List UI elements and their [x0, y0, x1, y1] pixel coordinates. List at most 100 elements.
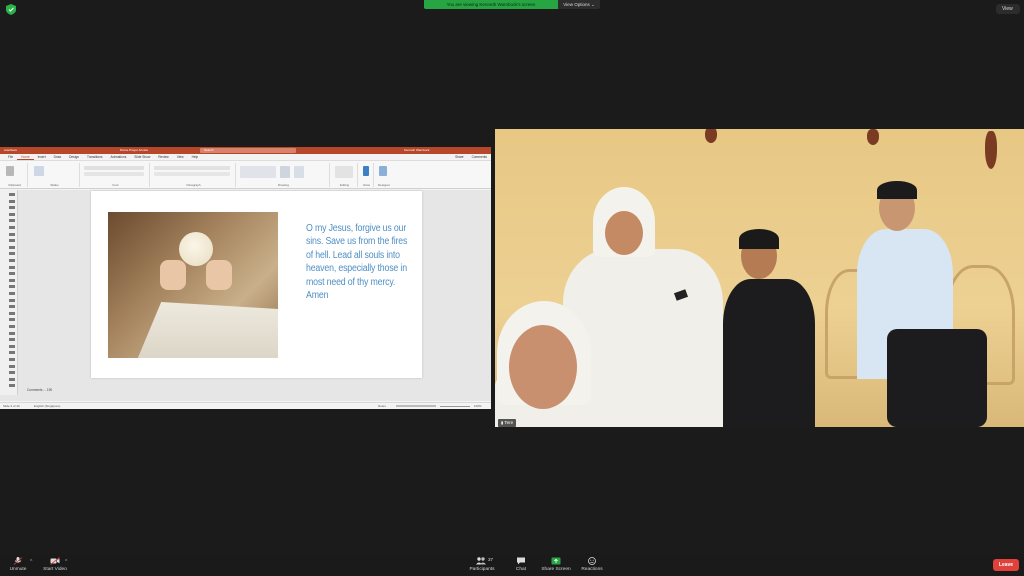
language-indicator: English (Singapore)	[34, 404, 61, 408]
menu-transitions[interactable]: Transitions	[83, 154, 106, 160]
ppt-comments-button[interactable]: Comments	[468, 154, 491, 160]
paste-icon[interactable]	[6, 166, 14, 176]
participants-count: 37	[488, 557, 494, 562]
slide-thumbnail[interactable]	[9, 298, 15, 302]
slide-thumbnail[interactable]	[9, 252, 15, 256]
autosave-label: AutoSave	[4, 148, 18, 152]
share-screen-button[interactable]: Share Screen	[539, 557, 573, 572]
ribbon-group-clipboard: Clipboard	[2, 163, 28, 187]
menu-animations[interactable]: Animations	[107, 154, 131, 160]
ppt-search-box[interactable]: Search	[200, 148, 296, 153]
dictate-icon[interactable]	[363, 166, 369, 176]
font-format-buttons[interactable]	[84, 172, 144, 176]
ppt-share-button[interactable]: Share	[451, 154, 468, 160]
slide-thumbnail[interactable]	[9, 311, 15, 315]
slide-thumbnail[interactable]	[9, 193, 15, 196]
participant-video[interactable]	[495, 129, 1024, 427]
eucharist-photo	[108, 212, 278, 358]
arrange-icon[interactable]	[280, 166, 290, 178]
slide-thumbnail[interactable]	[9, 358, 15, 361]
ribbon-group-editing: Editing	[332, 163, 358, 187]
find-replace-buttons[interactable]	[335, 166, 353, 178]
person-front-face	[509, 325, 577, 409]
slide-thumbnail[interactable]	[9, 239, 15, 243]
shapes-gallery[interactable]	[240, 166, 276, 178]
leave-meeting-button[interactable]: Leave	[993, 559, 1019, 571]
security-shield-icon[interactable]	[6, 4, 16, 15]
video-options-chevron-icon[interactable]: ^	[65, 559, 67, 565]
slide-thumbnail-pane[interactable]	[0, 190, 18, 395]
slide-thumbnail[interactable]	[9, 199, 15, 203]
slide-thumbnail[interactable]	[9, 364, 15, 368]
slide-thumbnail[interactable]	[9, 265, 15, 269]
menu-insert[interactable]: Insert	[34, 154, 50, 160]
new-slide-icon[interactable]	[34, 166, 44, 176]
menu-design[interactable]: Design	[65, 154, 83, 160]
ppt-ribbon: Clipboard Slides Font Paragraph Drawing	[0, 161, 491, 189]
slide-thumbnail[interactable]	[9, 245, 15, 249]
notes-button[interactable]: Notes	[378, 403, 386, 409]
ribbon-label-editing: Editing	[339, 183, 350, 187]
slide-thumbnail[interactable]	[9, 331, 15, 335]
font-selector[interactable]	[84, 166, 144, 170]
notes-comments-bar[interactable]: Comments ... 190	[18, 386, 491, 395]
ribbon-label-drawing: Drawing	[277, 183, 289, 187]
current-slide[interactable]: O my Jesus, forgive us our sins. Save us…	[91, 191, 422, 378]
video-camera-off-icon	[50, 557, 60, 565]
menu-home[interactable]: Home	[17, 154, 34, 160]
menu-slide-show[interactable]: Slide Show	[130, 154, 154, 160]
participants-icon	[476, 557, 486, 565]
paragraph-buttons[interactable]	[154, 166, 230, 170]
slide-thumbnail[interactable]	[9, 292, 15, 295]
ribbon-group-font: Font	[82, 163, 150, 187]
menu-review[interactable]: Review	[154, 154, 172, 160]
ribbon-label-designer: Designer	[377, 183, 390, 187]
ppt-search-placeholder: Search	[204, 148, 214, 152]
menu-file[interactable]: File	[4, 154, 17, 160]
view-button[interactable]: View	[996, 4, 1020, 14]
audio-options-chevron-icon[interactable]: ^	[30, 559, 32, 565]
ppt-menu-bar: File Home Insert Draw Design Transitions…	[0, 154, 491, 161]
slide-thumbnail[interactable]	[9, 371, 15, 375]
ppt-editor-area: O my Jesus, forgive us our sins. Save us…	[0, 190, 491, 401]
view-buttons[interactable]	[396, 405, 436, 407]
slide-thumbnail[interactable]	[9, 212, 15, 216]
slide-thumbnail[interactable]	[9, 318, 15, 322]
communion-host	[179, 232, 213, 266]
participants-button[interactable]: Participants	[466, 557, 498, 572]
reactions-label: Reactions	[581, 567, 603, 572]
reactions-button[interactable]: Reactions	[578, 557, 606, 572]
unmute-button[interactable]: Unmute	[6, 557, 30, 572]
design-ideas-icon[interactable]	[379, 166, 387, 176]
slide-thumbnail[interactable]	[9, 351, 15, 355]
menu-draw[interactable]: Draw	[50, 154, 65, 160]
slide-thumbnail[interactable]	[9, 226, 15, 229]
zoom-slider[interactable]	[440, 406, 470, 407]
chat-button[interactable]: Chat	[511, 557, 531, 572]
viewing-screen-banner: You are viewing Kenneth Warnbock's scree…	[424, 0, 558, 9]
alignment-buttons[interactable]	[154, 172, 230, 176]
slide-thumbnail[interactable]	[9, 338, 15, 342]
slide-thumbnail[interactable]	[9, 219, 15, 223]
slide-thumbnail[interactable]	[9, 377, 15, 381]
zoom-level[interactable]: 100%	[474, 403, 482, 409]
wall-decoration	[985, 131, 997, 169]
menu-help[interactable]: Help	[188, 154, 203, 160]
slide-thumbnail[interactable]	[9, 305, 15, 309]
ppt-account-name: Kenneth Warnbock	[404, 148, 430, 152]
microphone-muted-icon	[13, 557, 23, 565]
slide-thumbnail[interactable]	[9, 206, 15, 210]
prayer-text[interactable]: O my Jesus, forgive us our sins. Save us…	[306, 222, 416, 302]
view-options-button[interactable]: View Options ⌄	[558, 0, 600, 9]
slide-thumbnail[interactable]	[9, 232, 15, 236]
slide-thumbnail[interactable]	[9, 325, 15, 328]
quick-styles-icon[interactable]	[294, 166, 304, 178]
slide-thumbnail[interactable]	[9, 259, 15, 262]
slide-thumbnail[interactable]	[9, 384, 15, 388]
menu-view[interactable]: View	[173, 154, 188, 160]
slide-thumbnail[interactable]	[9, 278, 15, 282]
slide-thumbnail[interactable]	[9, 285, 15, 289]
slide-thumbnail[interactable]	[9, 344, 15, 348]
slide-thumbnail[interactable]	[9, 272, 15, 276]
wall-decoration	[867, 129, 879, 145]
